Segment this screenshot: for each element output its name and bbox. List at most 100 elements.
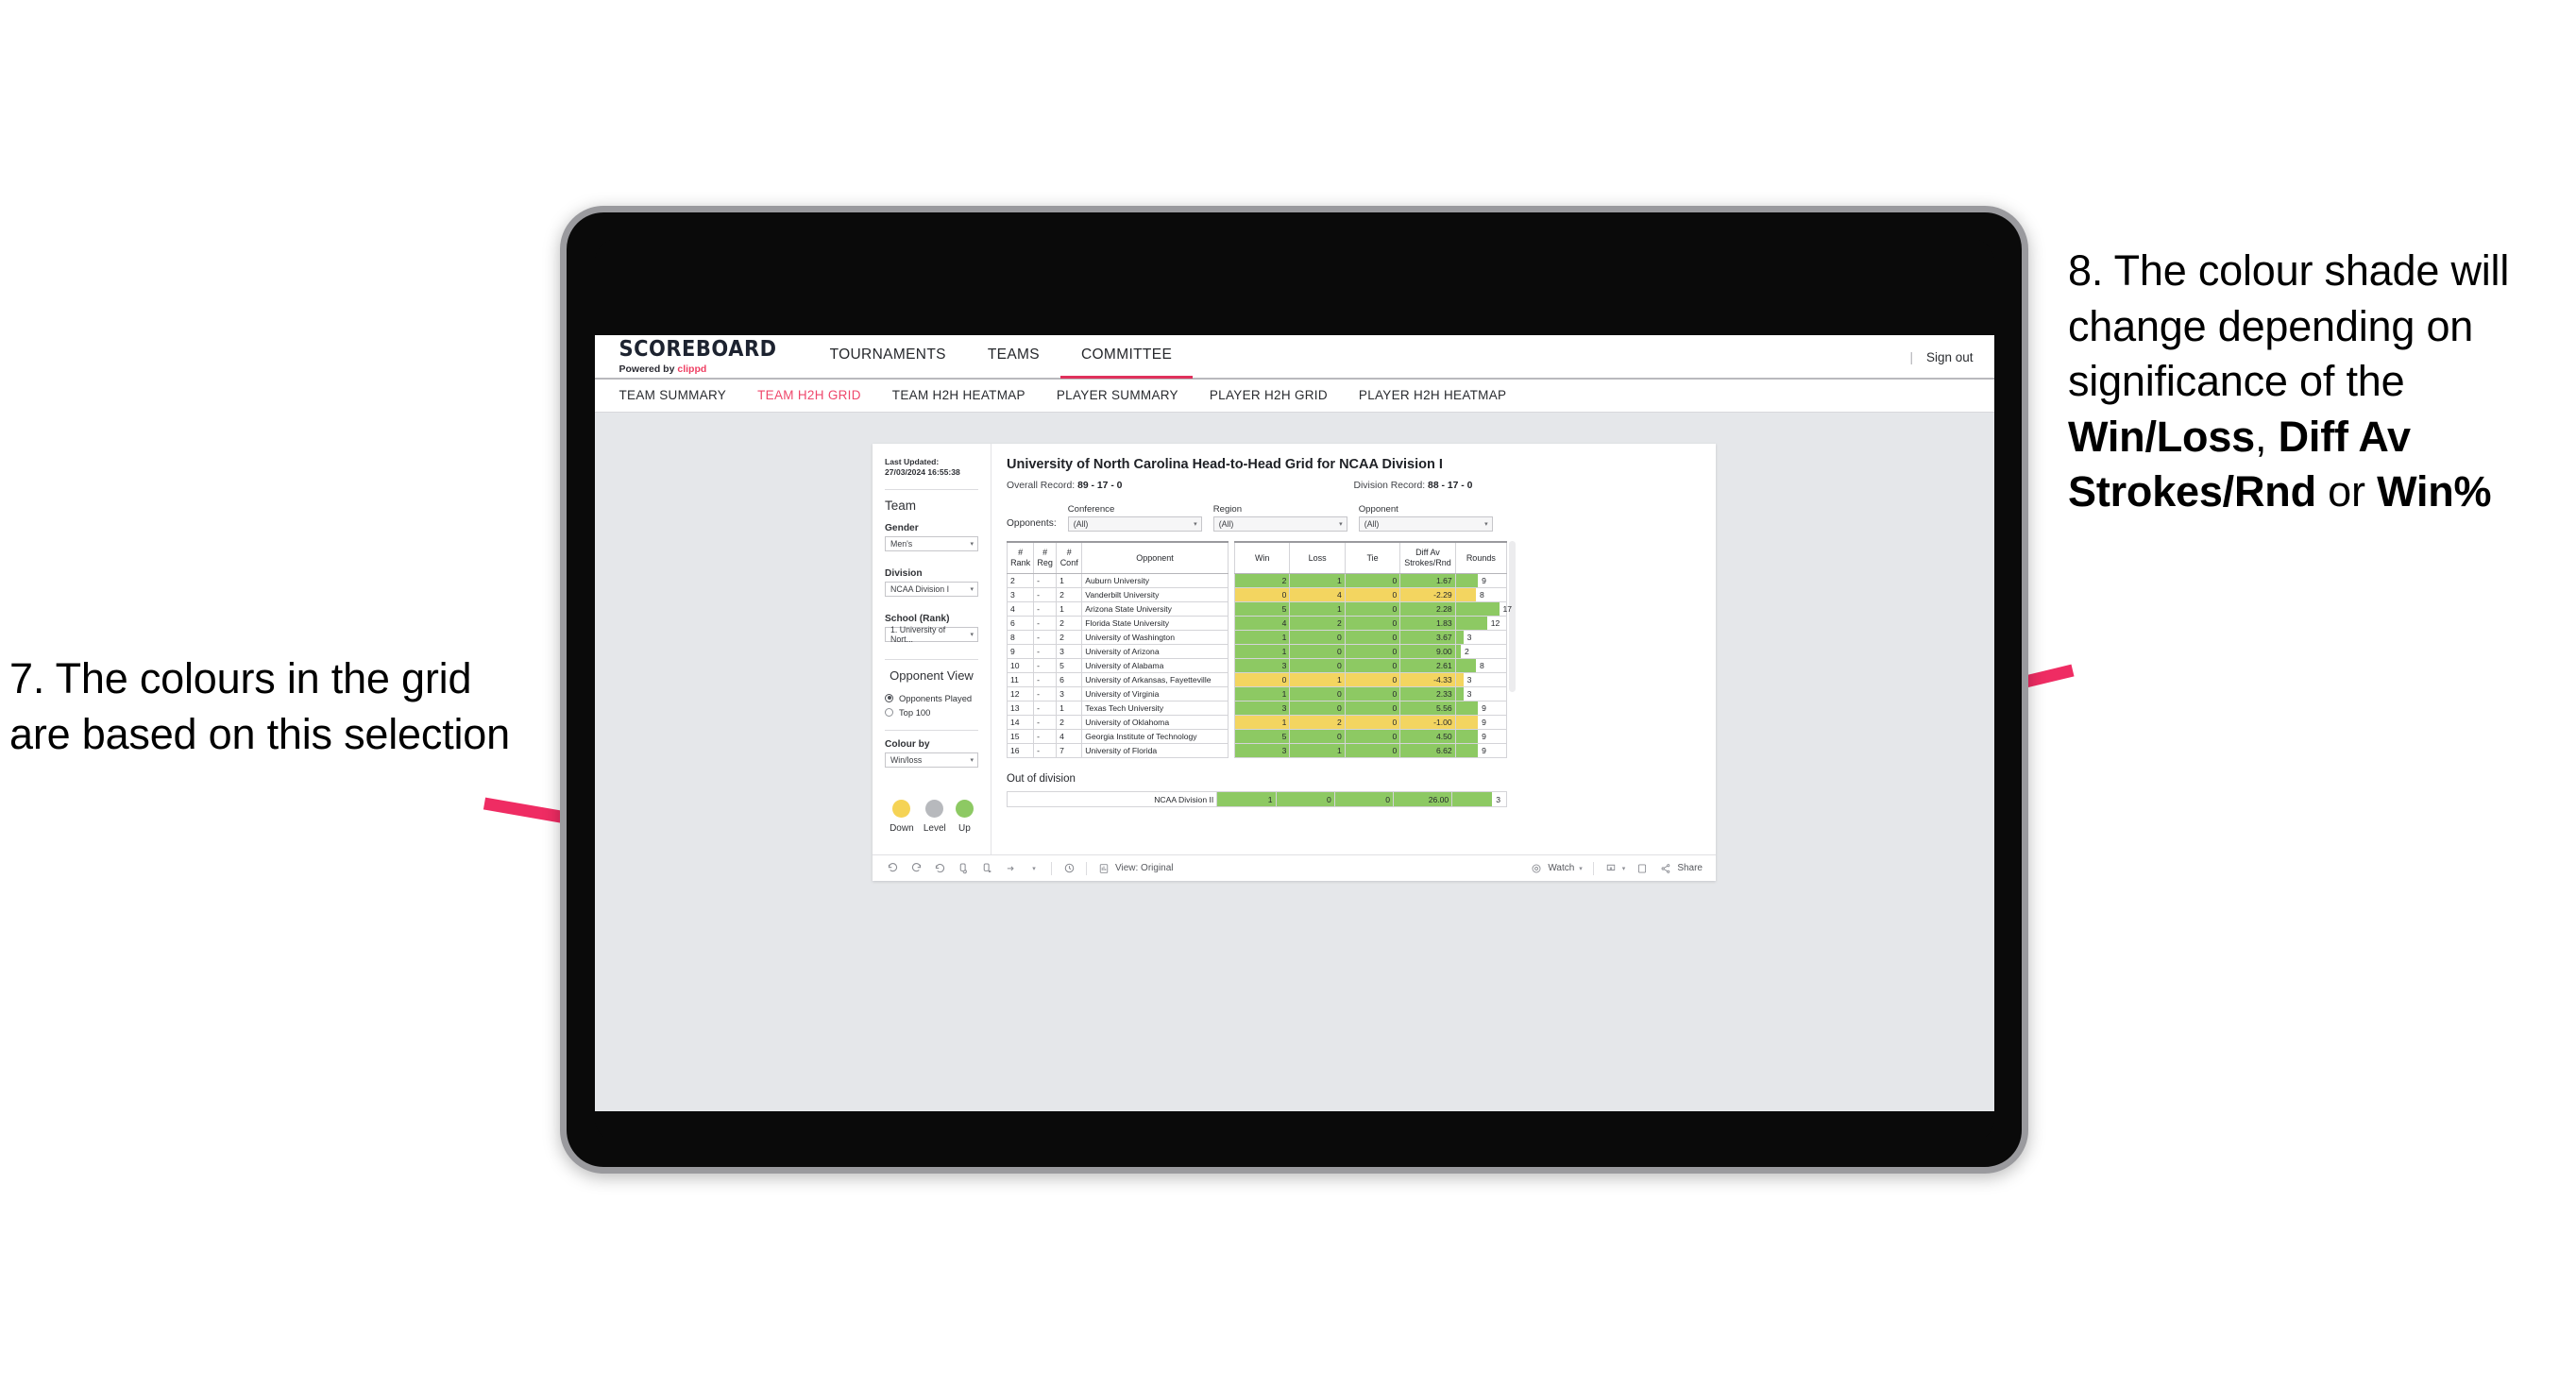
legend-label-down: Down bbox=[890, 822, 914, 834]
division-select[interactable]: NCAA Division I ▾ bbox=[885, 581, 978, 597]
redo-icon[interactable] bbox=[909, 862, 923, 875]
cell-conf: 2 bbox=[1056, 616, 1083, 631]
revert-icon[interactable] bbox=[933, 862, 946, 875]
cell-loss: 1 bbox=[1289, 672, 1346, 687]
watch-button[interactable]: Watch ▾ bbox=[1530, 862, 1583, 875]
opponent-select[interactable]: (All) ▾ bbox=[1358, 516, 1493, 532]
table-row[interactable]: 12-3 University of Virginia 1 0 0 2.33 3 bbox=[1006, 686, 1508, 701]
grid-body: 2-1 Auburn University 2 1 0 1.67 9 3-2 Vanderbil… bbox=[1006, 573, 1512, 758]
rounds-bar bbox=[1455, 617, 1487, 630]
rounds-value: 9 bbox=[1482, 718, 1486, 727]
cell-reg: - bbox=[1033, 587, 1058, 602]
share-button[interactable]: Share bbox=[1659, 862, 1703, 875]
chevron-down-icon: ▾ bbox=[1194, 520, 1197, 528]
cell-diff: 3.67 bbox=[1399, 630, 1456, 645]
cell-rank: 6 bbox=[1006, 616, 1035, 631]
toolbar-divider-1 bbox=[1051, 861, 1052, 875]
region-select[interactable]: (All) ▾ bbox=[1212, 516, 1347, 532]
colour-by-value: Win/loss bbox=[890, 754, 923, 765]
view-original-button[interactable]: View: Original bbox=[1097, 862, 1174, 875]
rounds-value: 3 bbox=[1466, 689, 1472, 699]
refresh-data-icon[interactable] bbox=[957, 862, 970, 875]
cell-loss: 1 bbox=[1289, 573, 1346, 588]
cell-rank: 14 bbox=[1006, 715, 1035, 730]
chevron-down-icon[interactable]: ▾ bbox=[1027, 862, 1041, 875]
rounds-value: 17 bbox=[1502, 604, 1513, 614]
opponent-value: (All) bbox=[1364, 518, 1380, 529]
pause-auto-updates-icon[interactable] bbox=[980, 862, 993, 875]
subnav-team-summary[interactable]: TEAM SUMMARY bbox=[619, 388, 727, 402]
table-row[interactable]: 3-2 Vanderbilt University 0 4 0 -2.29 8 bbox=[1006, 587, 1508, 602]
cell-rounds: 3 bbox=[1454, 630, 1508, 645]
clock-history-icon[interactable] bbox=[1062, 862, 1076, 875]
nav-tournaments[interactable]: TOURNAMENTS bbox=[809, 335, 967, 379]
cell-reg: - bbox=[1033, 573, 1058, 588]
subnav-team-h2h-grid[interactable]: TEAM H2H GRID bbox=[757, 388, 861, 402]
grid-vertical-scrollbar[interactable] bbox=[1509, 540, 1516, 692]
radio-on-icon bbox=[885, 693, 893, 702]
legend-dot-up bbox=[955, 799, 974, 818]
annotation-right-mid2: or bbox=[2315, 467, 2378, 516]
table-row[interactable]: 2-1 Auburn University 2 1 0 1.67 9 bbox=[1006, 573, 1508, 588]
cell-separator bbox=[1228, 617, 1234, 631]
colour-by-select[interactable]: Win/loss ▾ bbox=[885, 752, 978, 768]
conference-value: (All) bbox=[1073, 518, 1089, 529]
cell-opponent: University of Arizona bbox=[1081, 644, 1229, 659]
opponent-filter: Opponent (All) ▾ bbox=[1358, 504, 1493, 532]
toolbar-divider-3 bbox=[1592, 861, 1594, 875]
table-row[interactable]: 14-2 University of Oklahoma 1 2 0 -1.00 9 bbox=[1006, 715, 1508, 730]
pan-icon[interactable] bbox=[1004, 862, 1017, 875]
cell-separator bbox=[1228, 659, 1234, 673]
cell-diff: 2.61 bbox=[1399, 658, 1456, 673]
rounds-value: 3 bbox=[1466, 633, 1472, 642]
table-row[interactable]: 9-3 University of Arizona 1 0 0 9.00 2 bbox=[1006, 644, 1508, 659]
radio-opponents-played[interactable]: Opponents Played bbox=[885, 693, 978, 703]
rounds-bar bbox=[1455, 744, 1479, 757]
filter-rail: Last Updated: 27/03/2024 16:55:38 Team G… bbox=[873, 443, 991, 854]
annotation-right-text-part1: The colour shade will change depending o… bbox=[2068, 246, 2510, 405]
table-row[interactable]: 6-2 Florida State University 4 2 0 1.83 12 bbox=[1006, 616, 1508, 631]
annotation-right-bold-winloss: Win/Loss bbox=[2068, 412, 2255, 461]
download-button[interactable]: ▾ bbox=[1604, 862, 1625, 875]
nav-teams[interactable]: TEAMS bbox=[967, 335, 1060, 379]
col-reg: # Reg bbox=[1033, 540, 1058, 574]
school-rank-select[interactable]: 1. University of Nort... ▾ bbox=[885, 625, 978, 644]
subnav-player-h2h-heatmap[interactable]: PLAYER H2H HEATMAP bbox=[1359, 388, 1506, 402]
subnav-player-summary[interactable]: PLAYER SUMMARY bbox=[1057, 388, 1178, 402]
table-row[interactable]: 8-2 University of Washington 1 0 0 3.67 3 bbox=[1006, 630, 1508, 645]
rounds-value: 9 bbox=[1482, 703, 1486, 713]
legend-item-level: Level bbox=[924, 799, 946, 834]
table-row[interactable]: 4-1 Arizona State University 5 1 0 2.28 17 bbox=[1006, 601, 1512, 617]
gender-select[interactable]: Men's ▾ bbox=[885, 535, 978, 551]
ood-rounds: 3 bbox=[1451, 791, 1507, 807]
col-diff-line1: Diff Av bbox=[1415, 548, 1440, 558]
table-row[interactable]: 10-5 University of Alabama 3 0 0 2.61 8 bbox=[1006, 658, 1508, 673]
table-row[interactable]: 15-4 Georgia Institute of Technology 5 0 0 4.… bbox=[1006, 729, 1508, 744]
table-row[interactable]: 16-7 University of Florida 3 1 0 6.62 9 bbox=[1006, 743, 1508, 758]
cell-rank: 3 bbox=[1006, 587, 1035, 602]
nav-committee[interactable]: COMMITTEE bbox=[1059, 335, 1194, 379]
conference-select[interactable]: (All) ▾ bbox=[1067, 516, 1202, 532]
rounds-bar bbox=[1455, 730, 1479, 743]
subnav-player-h2h-grid[interactable]: PLAYER H2H GRID bbox=[1210, 388, 1328, 402]
viz-title: University of North Carolina Head-to-Hea… bbox=[1007, 456, 1443, 472]
region-label: Region bbox=[1212, 503, 1243, 515]
cell-win: 3 bbox=[1233, 701, 1291, 716]
radio-top-100[interactable]: Top 100 bbox=[885, 707, 978, 718]
cell-tie: 0 bbox=[1344, 587, 1401, 602]
cell-diff: -4.33 bbox=[1399, 672, 1456, 687]
signout-link[interactable]: Sign out bbox=[1926, 350, 1974, 364]
brand-logo: SCOREBOARD Powered by clippd bbox=[595, 337, 809, 375]
cell-rounds: 9 bbox=[1454, 573, 1508, 588]
cell-rounds: 3 bbox=[1454, 686, 1508, 701]
cell-rank: 12 bbox=[1006, 686, 1035, 701]
tableau-toolbar: ▾ View: Original Watch ▾ ▾ Share bbox=[873, 854, 1716, 881]
table-row[interactable]: 11-6 University of Arkansas, Fayetteville… bbox=[1006, 672, 1508, 687]
col-conf-line2: Conf bbox=[1059, 557, 1078, 567]
subnav-team-h2h-heatmap[interactable]: TEAM H2H HEATMAP bbox=[892, 388, 1025, 402]
fullscreen-icon[interactable] bbox=[1635, 862, 1649, 875]
table-row[interactable]: 13-1 Texas Tech University 3 0 0 5.56 9 bbox=[1006, 701, 1508, 716]
undo-icon[interactable] bbox=[886, 862, 899, 875]
cell-reg: - bbox=[1033, 686, 1058, 701]
tablet-screen: SCOREBOARD Powered by clippd TOURNAMENTS… bbox=[594, 334, 1994, 1111]
